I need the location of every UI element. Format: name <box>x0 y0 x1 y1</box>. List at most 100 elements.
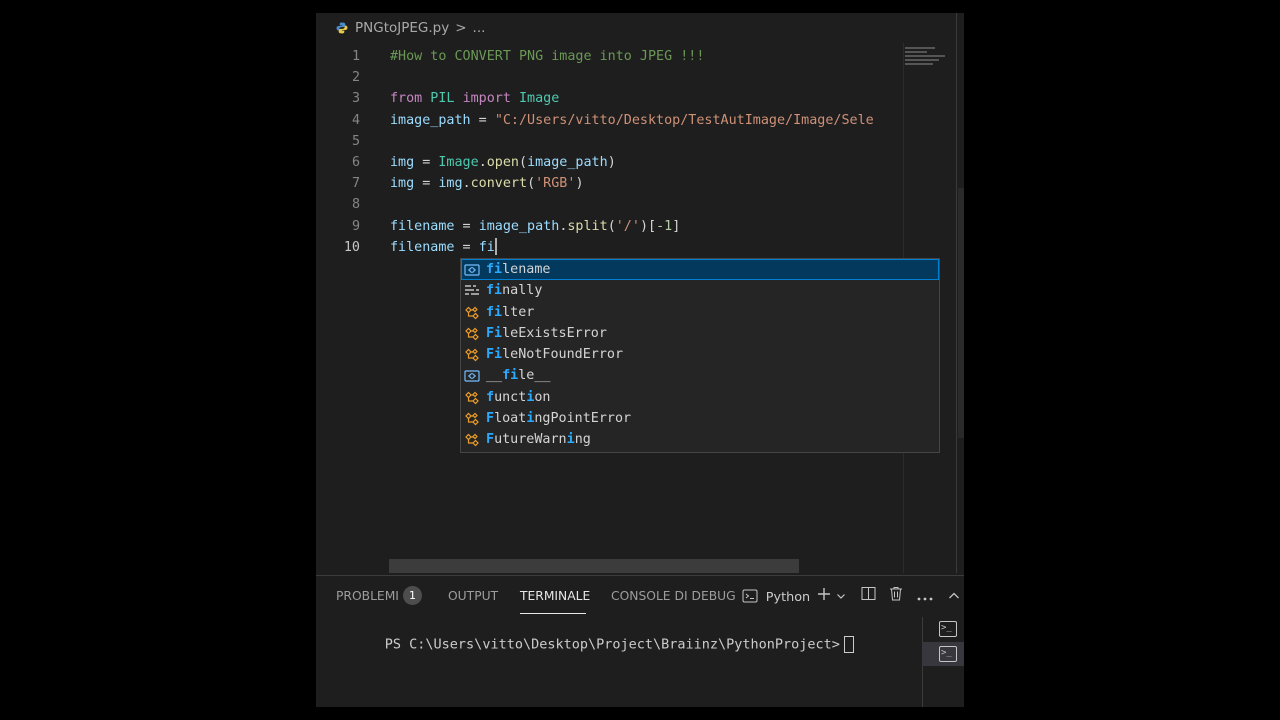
terminal-icon: >_ <box>939 646 957 662</box>
match-highlight: fi <box>486 262 503 277</box>
tab-problems[interactable]: PROBLEMI <box>336 589 399 603</box>
code-token: img <box>438 176 463 192</box>
line-number: 9 <box>351 218 360 234</box>
suggestion-item[interactable]: finally <box>461 280 939 301</box>
class-icon <box>464 390 480 406</box>
code-token: ( <box>607 218 616 234</box>
vertical-scrollbar[interactable] <box>958 188 964 438</box>
suggestion-item[interactable]: FloatingPointError <box>461 408 939 429</box>
horizontal-scrollbar[interactable] <box>389 559 799 573</box>
suggestion-label: finally <box>486 280 542 301</box>
suggestion-text: utureWarn <box>494 432 567 448</box>
code-token: img <box>390 176 415 192</box>
code-line[interactable]: 8 <box>316 194 904 215</box>
code-text: image_path = "C:/Users/vitto/Desktop/Tes… <box>390 110 874 131</box>
code-token: )[ <box>639 218 657 234</box>
code-line[interactable]: 9 filename = image_path.split('/')[-1] <box>316 216 904 237</box>
terminal-profile-label: Python <box>765 590 811 605</box>
code-text: #How to CONVERT PNG image into JPEG !!! <box>390 46 704 67</box>
tab-debug-console[interactable]: CONSOLE DI DEBUG <box>611 589 736 603</box>
match-highlight: f <box>486 389 495 405</box>
suggestion-item[interactable]: function <box>461 387 939 408</box>
code-token: . <box>462 176 471 192</box>
breadcrumb-more[interactable]: ... <box>473 20 486 36</box>
suggestion-item[interactable]: FileExistsError <box>461 323 939 344</box>
suggestion-label: filter <box>486 302 534 323</box>
suggestion-item[interactable]: FileNotFoundError <box>461 344 939 365</box>
match-highlight: i <box>566 432 575 448</box>
code-line[interactable]: 6 img = Image.open(image_path) <box>316 152 904 173</box>
terminal-prompt: PS C:\Users\vitto\Desktop\Project\Braiin… <box>384 636 840 653</box>
match-highlight: F <box>486 432 495 448</box>
match-highlight: fi <box>486 283 503 299</box>
suggestion-item[interactable]: filter <box>461 302 939 323</box>
code-token: from <box>390 91 423 107</box>
match-highlight: fi <box>502 368 519 384</box>
variable-icon <box>464 262 480 278</box>
suggestion-item[interactable]: filename <box>461 259 939 281</box>
tab-terminal[interactable]: TERMINALE <box>520 589 590 603</box>
suggestion-text: ngPointError <box>534 411 632 427</box>
text-cursor <box>494 238 497 256</box>
tab-output[interactable]: OUTPUT <box>448 589 498 603</box>
code-token: image_path <box>478 218 560 234</box>
code-line[interactable]: 1 #How to CONVERT PNG image into JPEG !!! <box>316 46 904 67</box>
breadcrumb-file[interactable]: PNGtoJPEG.py <box>355 20 449 36</box>
terminal-instance-2[interactable]: >_ <box>922 642 964 666</box>
autocomplete-widget: filename finally filter FileExistsError File… <box>460 258 940 453</box>
problems-count-badge: 1 <box>403 586 422 605</box>
suggestion-text: lter <box>502 304 535 320</box>
code-line[interactable]: 4 image_path = "C:/Users/vitto/Desktop/Te… <box>316 110 904 131</box>
code-line[interactable]: 3 from PIL import Image <box>316 88 904 109</box>
code-line[interactable]: 5 <box>316 131 904 152</box>
line-number: 1 <box>351 49 360 64</box>
code-token: = <box>454 239 479 255</box>
code-token: Image <box>438 155 479 170</box>
chevron-up-icon[interactable] <box>944 586 964 606</box>
code-token: image_path <box>390 112 471 128</box>
active-tab-indicator <box>520 613 586 614</box>
terminal-instance-1[interactable]: >_ <box>922 617 964 641</box>
keyword-icon <box>464 283 480 299</box>
line-number: 4 <box>351 112 360 128</box>
code-token: image_path <box>527 155 608 170</box>
code-text: filename = image_path.split('/')[-1] <box>390 216 680 237</box>
code-token: '/' <box>615 218 640 234</box>
split-terminal-icon[interactable] <box>858 586 878 606</box>
line-number: 7 <box>351 176 360 192</box>
code-token: ) <box>575 176 584 192</box>
code-line[interactable]: 2 <box>316 67 904 88</box>
minimap[interactable] <box>905 45 955 85</box>
suggestion-item[interactable]: __file__ <box>461 365 939 386</box>
suggestion-label: FutureWarning <box>486 429 591 450</box>
trash-icon[interactable] <box>886 586 906 606</box>
code-token: "C:/Users/vitto/Desktop/TestAutImage/Ima… <box>494 112 874 128</box>
code-token: = <box>470 112 495 128</box>
suggestion-label: __file__ <box>486 365 551 386</box>
code-token: = <box>414 176 439 192</box>
terminal-icon <box>742 589 758 603</box>
code-token: PIL <box>422 91 463 107</box>
code-line[interactable]: 7 img = img.convert('RGB') <box>316 173 904 194</box>
suggestion-label: FloatingPointError <box>486 408 631 429</box>
suggestion-text: lename <box>502 262 551 277</box>
code-token: open <box>486 155 519 170</box>
code-line[interactable]: 10 filename = fi <box>316 237 904 258</box>
more-actions-icon[interactable] <box>915 586 935 606</box>
match-highlight: Fi <box>486 347 503 363</box>
chevron-down-icon[interactable] <box>831 586 851 606</box>
code-token: . <box>478 155 487 170</box>
terminal-output[interactable]: PS C:\Users\vitto\Desktop\Project\Braiin… <box>336 620 854 669</box>
code-token: = <box>454 218 479 234</box>
line-number: 6 <box>351 155 360 170</box>
chevron-right-icon: > <box>455 20 467 36</box>
line-number: 5 <box>351 133 360 149</box>
terminal-icon: >_ <box>939 621 957 637</box>
code-token: convert <box>470 176 528 192</box>
suggestion-item[interactable]: FutureWarning <box>461 429 939 450</box>
suggestion-label: FileExistsError <box>486 323 607 344</box>
suggestion-label: function <box>486 387 551 408</box>
breadcrumb: PNGtoJPEG.py > ... <box>316 13 964 43</box>
suggestion-text: ng <box>574 432 591 448</box>
class-icon <box>464 347 480 363</box>
